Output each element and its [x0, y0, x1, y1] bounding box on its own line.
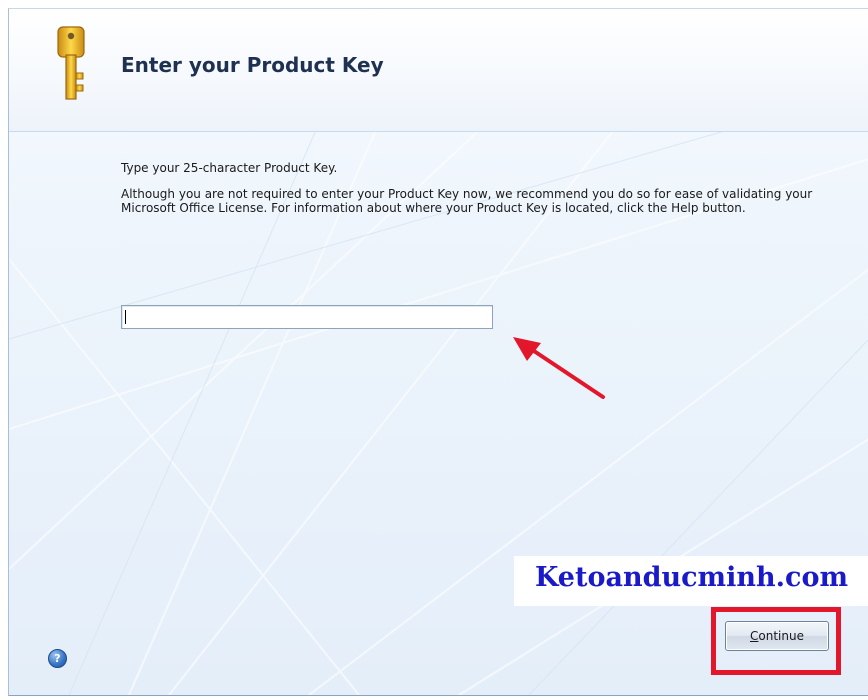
key-icon: [57, 26, 85, 100]
help-icon[interactable]: ?: [48, 649, 67, 668]
dialog-title: Enter your Product Key: [121, 53, 384, 77]
continue-button[interactable]: Continue: [725, 621, 829, 651]
watermark-box: Ketoanducminh.com: [514, 556, 868, 606]
product-key-dialog: Enter your Product Key Type your 25-char…: [8, 8, 868, 696]
dialog-header: Enter your Product Key: [9, 9, 868, 132]
product-key-input[interactable]: [121, 305, 493, 329]
description-text: Although you are not required to enter y…: [121, 187, 813, 215]
continue-button-label: Continue: [750, 628, 804, 643]
dialog-body: Type your 25-character Product Key. Alth…: [121, 161, 846, 227]
instruction-text: Type your 25-character Product Key.: [121, 161, 338, 175]
text-caret: [125, 310, 126, 324]
red-arrow-annotation: [513, 337, 605, 399]
watermark-text: Ketoanducminh.com: [534, 562, 849, 593]
